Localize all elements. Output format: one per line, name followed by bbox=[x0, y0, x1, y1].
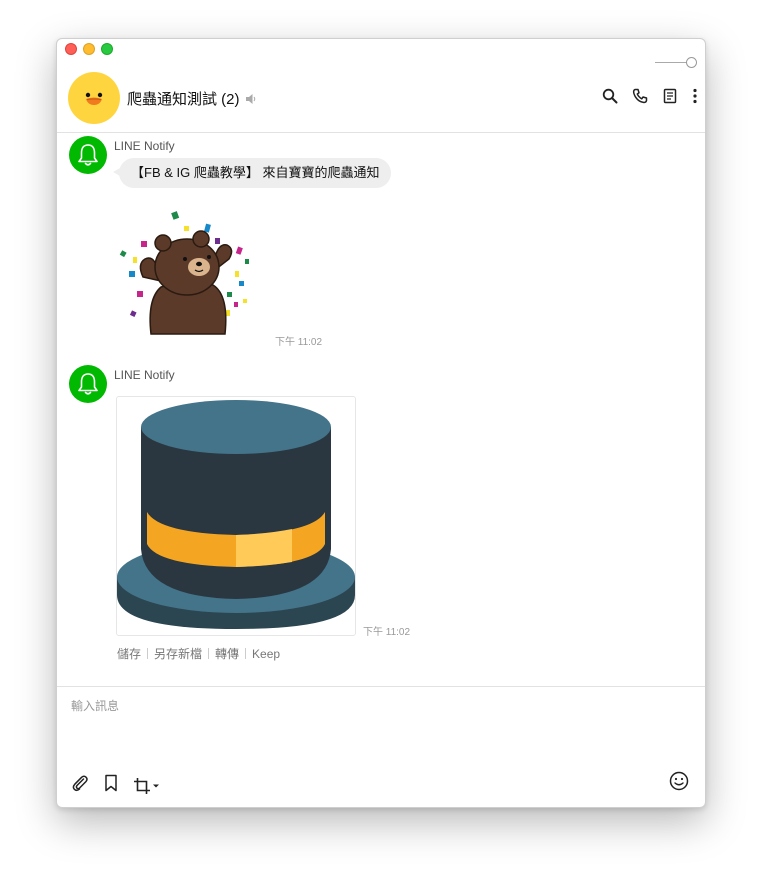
header-actions bbox=[601, 87, 699, 105]
confetti-piece bbox=[235, 246, 243, 255]
emoji-icon[interactable] bbox=[669, 771, 689, 796]
confetti-piece bbox=[234, 302, 238, 307]
confetti-piece bbox=[243, 299, 247, 303]
image-message[interactable] bbox=[116, 396, 356, 636]
paperclip-icon[interactable] bbox=[71, 774, 89, 797]
keep-button[interactable]: Keep bbox=[252, 647, 280, 661]
chat-header: 爬蟲通知測試 (2) bbox=[57, 69, 705, 133]
image-actions: 儲存 另存新檔 轉傳 Keep bbox=[117, 645, 280, 662]
bear-muzzle bbox=[188, 258, 210, 276]
bookmark-icon[interactable] bbox=[103, 774, 119, 797]
bear-eye bbox=[183, 257, 187, 261]
bear-eye bbox=[207, 255, 211, 259]
forward-button[interactable]: 轉傳 bbox=[215, 645, 239, 662]
muted-speaker-icon bbox=[245, 93, 255, 104]
message-bubble[interactable]: 【FB & IG 爬蟲教學】 來自寶寶的爬蟲通知 bbox=[112, 158, 392, 188]
confetti-piece bbox=[141, 241, 147, 247]
save-button[interactable]: 儲存 bbox=[117, 645, 141, 662]
bear-nose bbox=[196, 261, 202, 267]
notes-icon[interactable] bbox=[661, 87, 679, 105]
confetti-piece bbox=[184, 226, 189, 231]
line-notify-avatar[interactable] bbox=[69, 136, 107, 174]
search-icon[interactable] bbox=[601, 87, 619, 105]
sally-chick-icon bbox=[85, 92, 103, 105]
confetti-piece bbox=[137, 291, 143, 297]
confetti-piece bbox=[215, 238, 220, 244]
opacity-slider-track bbox=[655, 62, 689, 63]
message-time: 下午 11:02 bbox=[275, 337, 323, 348]
phone-icon[interactable] bbox=[631, 87, 649, 105]
action-divider bbox=[208, 648, 210, 659]
confetti-piece bbox=[239, 281, 244, 286]
confetti-piece bbox=[129, 271, 135, 277]
bear-ear bbox=[154, 234, 172, 252]
close-window-button[interactable] bbox=[65, 43, 77, 55]
confetti-piece bbox=[171, 211, 180, 220]
room-avatar[interactable] bbox=[68, 72, 120, 124]
message-time: 下午 11:02 bbox=[363, 627, 411, 638]
hat-crown-top bbox=[141, 400, 331, 454]
confetti-piece bbox=[245, 259, 249, 264]
composer-toolbar bbox=[71, 774, 159, 797]
window-opacity-slider[interactable] bbox=[655, 57, 697, 69]
room-name: 爬蟲通知測試 (2) bbox=[127, 91, 240, 108]
chevron-down-icon bbox=[153, 784, 159, 787]
action-divider bbox=[245, 648, 247, 659]
bell-icon bbox=[78, 144, 98, 166]
crop-icon[interactable] bbox=[133, 777, 159, 795]
top-hat-image bbox=[117, 400, 355, 629]
line-notify-avatar[interactable] bbox=[69, 365, 107, 403]
opacity-slider-knob[interactable] bbox=[686, 57, 697, 68]
window-controls bbox=[65, 43, 113, 55]
confetti-piece bbox=[235, 271, 239, 277]
brown-bear-sticker[interactable] bbox=[117, 209, 257, 339]
sender-name: LINE Notify bbox=[114, 139, 175, 153]
confetti-piece bbox=[227, 292, 232, 297]
minimize-window-button[interactable] bbox=[83, 43, 95, 55]
room-title[interactable]: 爬蟲通知測試 (2) bbox=[127, 88, 258, 109]
maximize-window-button[interactable] bbox=[101, 43, 113, 55]
more-icon[interactable] bbox=[691, 87, 699, 105]
confetti-piece bbox=[133, 257, 137, 263]
confetti-piece bbox=[129, 310, 137, 317]
hat-band-highlight bbox=[236, 529, 292, 567]
bell-icon bbox=[78, 373, 98, 395]
bear-ear bbox=[192, 230, 210, 248]
confetti-piece bbox=[119, 250, 127, 258]
save-as-button[interactable]: 另存新檔 bbox=[154, 645, 202, 662]
chat-window: 爬蟲通知測試 (2) LINE Notify 【FB & IG 爬蟲教學】 來自… bbox=[56, 38, 706, 808]
sender-name: LINE Notify bbox=[114, 368, 175, 382]
message-list[interactable]: LINE Notify 【FB & IG 爬蟲教學】 來自寶寶的爬蟲通知 下午 … bbox=[57, 133, 705, 686]
message-composer bbox=[57, 686, 705, 807]
message-input[interactable] bbox=[71, 699, 631, 713]
action-divider bbox=[147, 648, 149, 659]
